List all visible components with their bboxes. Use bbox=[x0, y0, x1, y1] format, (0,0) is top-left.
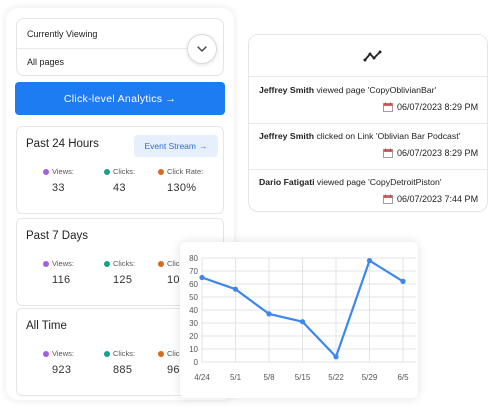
activity-actor: Dario Fatigati bbox=[259, 177, 315, 187]
clicks-label: Clicks: bbox=[113, 349, 136, 358]
click-rate-value: 130% bbox=[167, 182, 197, 194]
click-rate-dot-icon bbox=[158, 350, 164, 357]
y-tick-label: 50 bbox=[189, 293, 198, 302]
click-rate-label: Click Rate: bbox=[167, 167, 204, 176]
data-point bbox=[366, 258, 373, 264]
x-tick-label: 5/8 bbox=[263, 373, 275, 382]
views-label: Views: bbox=[52, 349, 74, 358]
page-selector[interactable]: Currently Viewing All pages bbox=[16, 18, 224, 76]
y-tick-label: 70 bbox=[189, 267, 198, 276]
chevron-down-icon bbox=[197, 46, 207, 52]
calendar-icon bbox=[383, 148, 393, 158]
arrow-right-icon: → bbox=[199, 141, 208, 151]
data-point bbox=[266, 311, 272, 317]
y-tick-label: 20 bbox=[189, 332, 198, 341]
activity-item[interactable]: Dario Fatigati viewed page 'CopyDetroitP… bbox=[259, 177, 487, 211]
activity-actor: Jeffrey Smith bbox=[259, 131, 315, 141]
activity-trend-icon bbox=[363, 50, 382, 62]
clicks-dot-icon bbox=[104, 350, 110, 357]
click-rate-dot-icon bbox=[158, 260, 164, 267]
x-tick-label: 4/24 bbox=[194, 373, 210, 382]
y-tick-label: 0 bbox=[194, 358, 199, 367]
selector-divider bbox=[17, 48, 191, 49]
event-stream-label: Event Stream bbox=[144, 141, 197, 151]
activity-date: 06/07/2023 7:44 PM bbox=[397, 194, 479, 204]
y-tick-label: 40 bbox=[189, 306, 198, 315]
x-tick-label: 5/15 bbox=[295, 373, 311, 382]
click-level-analytics-button[interactable]: Click-level Analytics → bbox=[15, 82, 225, 115]
activity-action: viewed page 'CopyDetroitPiston' bbox=[314, 177, 442, 187]
activity-feed-header bbox=[249, 35, 487, 77]
y-tick-label: 80 bbox=[189, 254, 198, 263]
currently-viewing-label: Currently Viewing bbox=[27, 29, 98, 39]
clicks-dot-icon bbox=[104, 168, 110, 175]
event-stream-button[interactable]: Event Stream → bbox=[134, 135, 218, 157]
stat-card-past-24-hours: Past 24 Hours Event Stream → Views: 33 C… bbox=[16, 126, 224, 214]
views-metric: Views: 923 bbox=[43, 349, 113, 376]
x-tick-label: 6/5 bbox=[397, 373, 409, 382]
data-point bbox=[299, 319, 306, 325]
activity-date: 06/07/2023 8:29 PM bbox=[397, 148, 479, 158]
stat-card-title: All Time bbox=[26, 320, 67, 332]
click-rate-metric: Click Rate: 130% bbox=[158, 167, 228, 194]
views-metric: Views: 116 bbox=[43, 259, 113, 286]
calendar-icon bbox=[383, 102, 393, 112]
views-dot-icon bbox=[43, 350, 49, 357]
selected-page-value: All pages bbox=[27, 57, 65, 67]
x-tick-label: 5/22 bbox=[328, 373, 344, 382]
clicks-dot-icon bbox=[104, 260, 110, 267]
views-chart-panel: 0 10 20 30 40 50 60 70 80 4/24 5/1 5/8 5/15 5/22 5/29 6… bbox=[180, 242, 418, 398]
clicks-label: Clicks: bbox=[113, 259, 136, 268]
activity-divider bbox=[249, 123, 487, 124]
y-tick-label: 60 bbox=[189, 280, 198, 289]
click-rate-dot-icon bbox=[158, 168, 164, 175]
line-chart: 0 10 20 30 40 50 60 70 80 4/24 5/1 5/8 5/15 5/22 5/29 6… bbox=[189, 254, 416, 382]
views-metric: Views: 33 bbox=[43, 167, 113, 194]
activity-action: viewed page 'CopyOblivianBar' bbox=[314, 85, 437, 95]
click-level-analytics-label: Click-level Analytics bbox=[63, 92, 163, 105]
data-point bbox=[333, 354, 339, 360]
views-label: Views: bbox=[52, 259, 74, 268]
page-selector-toggle[interactable] bbox=[187, 34, 217, 64]
y-tick-label: 30 bbox=[189, 319, 198, 328]
activity-feed-panel: Jeffrey Smith viewed page 'CopyOblivianB… bbox=[248, 34, 488, 212]
activity-actor: Jeffrey Smith bbox=[259, 85, 315, 95]
views-dot-icon bbox=[43, 168, 49, 175]
activity-date: 06/07/2023 8:29 PM bbox=[397, 102, 479, 112]
activity-action: clicked on Link 'Oblivian Bar Podcast' bbox=[314, 131, 461, 141]
y-tick-label: 10 bbox=[189, 345, 198, 354]
views-dot-icon bbox=[43, 260, 49, 267]
data-point bbox=[232, 286, 239, 292]
stat-card-title: Past 7 Days bbox=[26, 230, 88, 242]
arrow-right-icon: → bbox=[165, 92, 177, 105]
activity-divider bbox=[249, 169, 487, 170]
clicks-label: Clicks: bbox=[113, 167, 136, 176]
stat-card-title: Past 24 Hours bbox=[26, 138, 99, 150]
data-point bbox=[199, 274, 205, 281]
x-tick-label: 5/1 bbox=[230, 373, 242, 382]
calendar-icon bbox=[383, 194, 393, 204]
data-point bbox=[400, 278, 406, 284]
x-tick-label: 5/29 bbox=[362, 373, 378, 382]
views-label: Views: bbox=[52, 167, 74, 176]
